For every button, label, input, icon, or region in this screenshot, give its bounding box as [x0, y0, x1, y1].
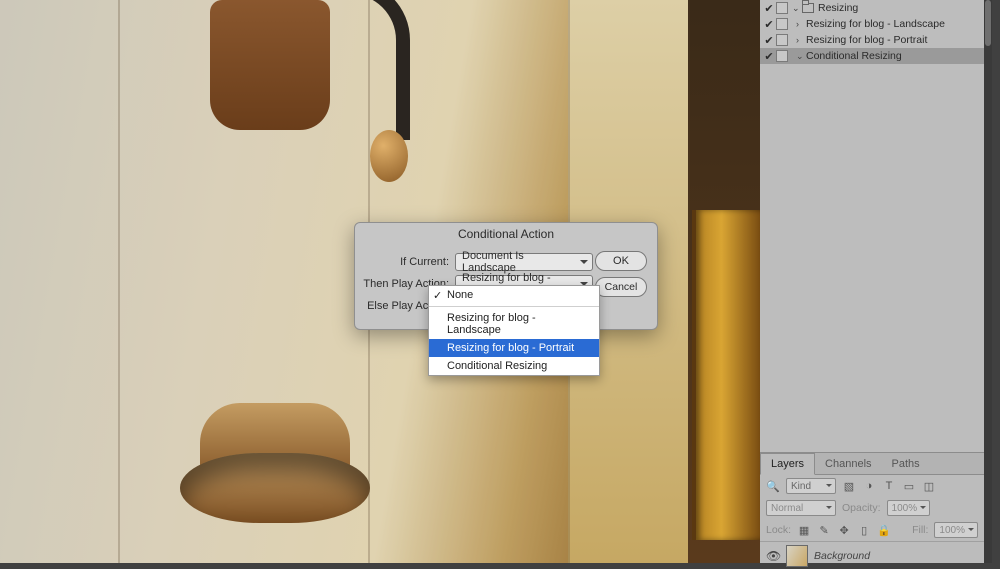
- toggle-check-icon[interactable]: ✔: [762, 2, 776, 15]
- action-item[interactable]: Resizing for blog - Landscape: [806, 18, 945, 30]
- menu-item-landscape[interactable]: Resizing for blog - Landscape: [429, 309, 599, 339]
- filter-adjust-icon[interactable]: ◑: [862, 480, 876, 492]
- filter-smart-icon[interactable]: ◫: [922, 480, 936, 493]
- disclosure-icon[interactable]: ⌄: [792, 3, 802, 14]
- if-current-label: If Current:: [363, 256, 455, 268]
- action-item[interactable]: Resizing for blog - Portrait: [806, 34, 927, 46]
- visibility-eye-icon[interactable]: 👁: [766, 549, 780, 563]
- ok-button[interactable]: OK: [595, 251, 647, 271]
- panel-dock-rail[interactable]: [984, 0, 992, 563]
- fill-label: Fill:: [912, 524, 928, 536]
- tab-channels[interactable]: Channels: [815, 454, 881, 474]
- menu-item-none[interactable]: None: [429, 286, 599, 304]
- disclosure-icon[interactable]: ⌄: [796, 51, 806, 62]
- filter-kind-select[interactable]: Kind: [786, 478, 836, 494]
- dialog-title: Conditional Action: [355, 223, 657, 245]
- toggle-check-icon[interactable]: ✔: [762, 18, 776, 31]
- action-set-name[interactable]: Resizing: [818, 2, 858, 14]
- dialog-toggle[interactable]: [776, 34, 788, 46]
- dialog-toggle[interactable]: [776, 50, 788, 62]
- tab-paths[interactable]: Paths: [882, 454, 930, 474]
- tab-layers[interactable]: Layers: [760, 453, 815, 475]
- dialog-toggle[interactable]: [776, 18, 788, 30]
- toggle-check-icon[interactable]: ✔: [762, 34, 776, 47]
- filter-type-icon[interactable]: T: [882, 480, 896, 492]
- layer-name[interactable]: Background: [814, 550, 870, 562]
- layers-panel: Layers Channels Paths 🔍 Kind ▧ ◑ T ▭ ◫ N…: [760, 452, 984, 563]
- if-current-select[interactable]: Document Is Landscape: [455, 253, 593, 271]
- layer-row-background[interactable]: 👁 Background: [760, 541, 984, 569]
- lock-label: Lock:: [766, 524, 791, 536]
- search-icon[interactable]: 🔍: [766, 480, 780, 493]
- else-play-dropdown: None Resizing for blog - Landscape Resiz…: [428, 285, 600, 376]
- menu-item-portrait[interactable]: Resizing for blog - Portrait: [429, 339, 599, 357]
- layer-thumbnail[interactable]: [786, 545, 808, 567]
- blend-mode-select[interactable]: Normal: [766, 500, 836, 516]
- disclosure-icon[interactable]: ›: [796, 35, 806, 45]
- cancel-button[interactable]: Cancel: [595, 277, 647, 297]
- lock-position-icon[interactable]: ✥: [837, 524, 851, 537]
- opacity-label: Opacity:: [842, 502, 881, 514]
- lock-pixels-icon[interactable]: ✎: [817, 524, 831, 537]
- dialog-toggle[interactable]: [776, 2, 788, 14]
- actions-panel[interactable]: ✔ ⌄ Resizing ✔ › Resizing for blog - Lan…: [760, 0, 984, 452]
- lock-artboard-icon[interactable]: ▯: [857, 524, 871, 537]
- folder-icon: [802, 3, 814, 13]
- image-content: [160, 413, 390, 563]
- scrollbar-thumb[interactable]: [985, 0, 991, 46]
- lock-all-icon[interactable]: 🔒: [877, 524, 891, 537]
- right-panel-group: ✔ ⌄ Resizing ✔ › Resizing for blog - Lan…: [760, 0, 992, 563]
- fill-field[interactable]: 100%: [934, 522, 978, 538]
- lock-transparent-icon[interactable]: ▦: [797, 524, 811, 537]
- filter-shape-icon[interactable]: ▭: [902, 480, 916, 493]
- action-item-selected[interactable]: Conditional Resizing: [806, 50, 902, 62]
- menu-item-conditional[interactable]: Conditional Resizing: [429, 357, 599, 375]
- filter-pixel-icon[interactable]: ▧: [842, 480, 856, 493]
- disclosure-icon[interactable]: ›: [796, 19, 806, 29]
- opacity-field[interactable]: 100%: [887, 500, 931, 516]
- image-content: [692, 210, 760, 540]
- toggle-check-icon[interactable]: ✔: [762, 50, 776, 63]
